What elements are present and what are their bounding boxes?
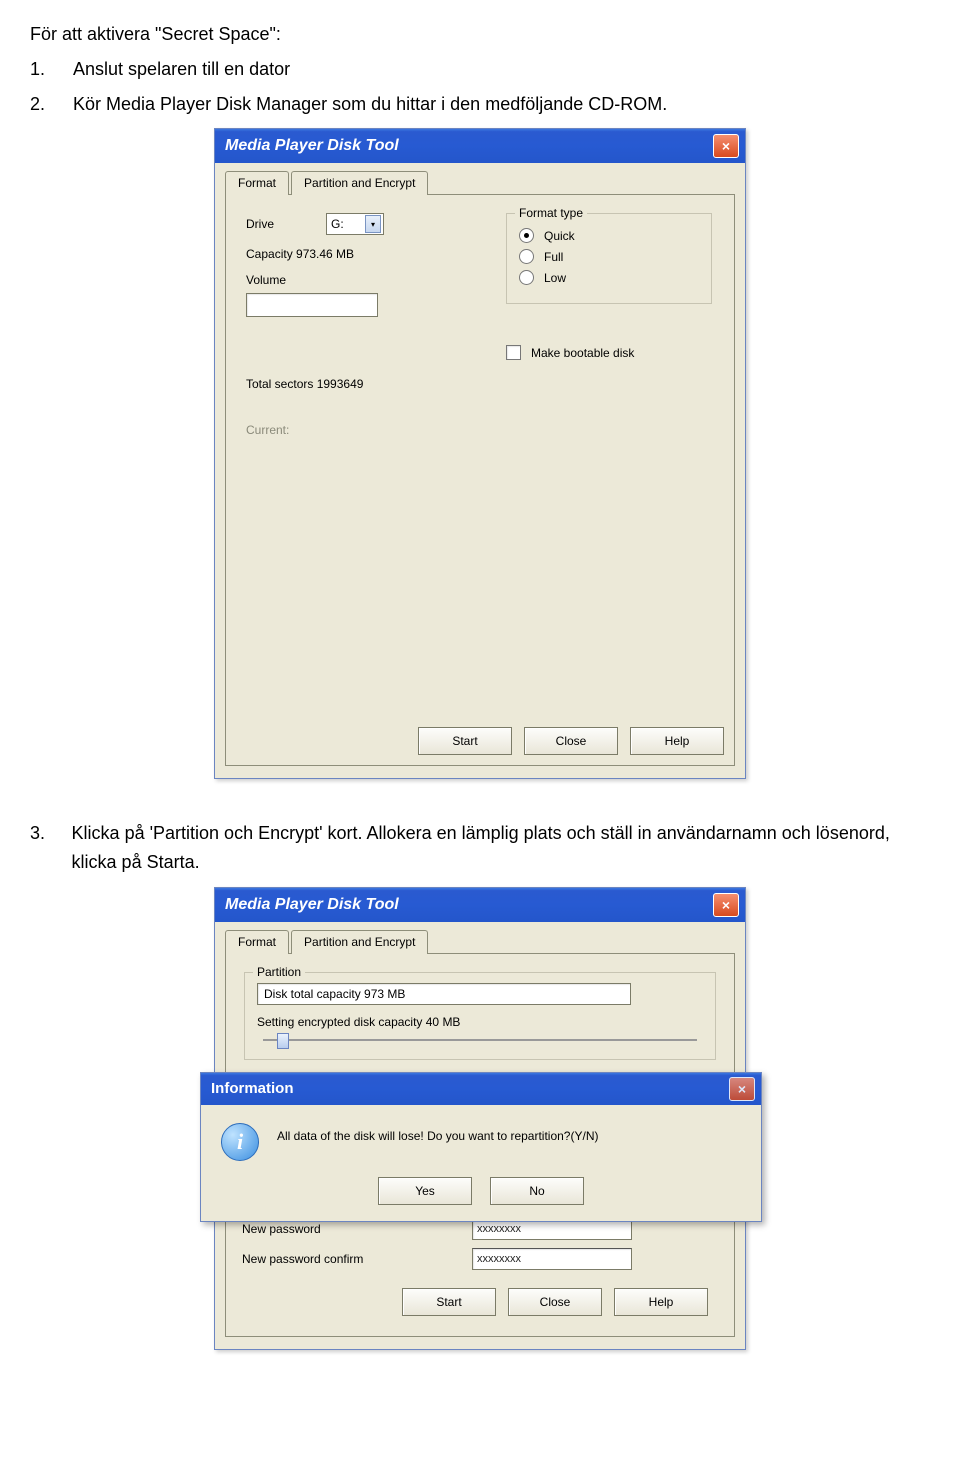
capacity-label: Capacity 973.46 MB — [246, 247, 354, 261]
partition-group: Partition Disk total capacity 973 MB Set… — [244, 972, 716, 1060]
list-num-2: 2. — [30, 90, 45, 119]
disk-tool-dialog-partition: Media Player Disk Tool × Format Partitio… — [214, 887, 746, 1350]
capacity-slider[interactable] — [263, 1039, 697, 1041]
current-label: Current: — [246, 423, 714, 437]
information-dialog: Information × i All data of the disk wil… — [200, 1072, 762, 1222]
dialog1-title: Media Player Disk Tool — [225, 137, 399, 155]
radio-full-label: Full — [544, 250, 563, 264]
bootable-label: Make bootable disk — [531, 346, 634, 360]
info-title: Information — [211, 1080, 294, 1097]
radio-low[interactable] — [519, 270, 534, 285]
help-button[interactable]: Help — [630, 727, 724, 755]
close-button[interactable]: Close — [508, 1288, 602, 1316]
close-button[interactable]: Close — [524, 727, 618, 755]
drive-select[interactable]: G: ▾ — [326, 213, 384, 235]
format-type-group: Format type Quick Full Low — [506, 213, 712, 304]
start-button[interactable]: Start — [418, 727, 512, 755]
tab-partition-encrypt[interactable]: Partition and Encrypt — [291, 930, 428, 954]
doc-heading: För att aktivera "Secret Space": — [30, 20, 930, 49]
volume-input[interactable] — [246, 293, 378, 317]
dialog2-title: Media Player Disk Tool — [225, 896, 399, 914]
tab-format[interactable]: Format — [225, 930, 289, 954]
radio-quick[interactable] — [519, 228, 534, 243]
volume-label: Volume — [246, 273, 286, 287]
radio-full[interactable] — [519, 249, 534, 264]
list-text-3: Klicka på 'Partition och Encrypt' kort. … — [72, 819, 930, 877]
dialog2-titlebar[interactable]: Media Player Disk Tool × — [215, 888, 745, 922]
close-icon[interactable]: × — [729, 1077, 755, 1101]
slider-handle[interactable] — [277, 1033, 289, 1049]
close-icon[interactable]: × — [713, 134, 739, 158]
no-button[interactable]: No — [490, 1177, 584, 1205]
list-text-2: Kör Media Player Disk Manager som du hit… — [73, 90, 667, 119]
confirm-password-input[interactable]: xxxxxxxx — [472, 1248, 632, 1270]
radio-low-label: Low — [544, 271, 566, 285]
tab-format[interactable]: Format — [225, 171, 289, 195]
list-num-1: 1. — [30, 55, 45, 84]
encrypted-capacity-label: Setting encrypted disk capacity 40 MB — [257, 1015, 703, 1029]
disk-tool-dialog-format: Media Player Disk Tool × Format Partitio… — [214, 128, 746, 779]
drive-value: G: — [331, 217, 344, 231]
bootable-checkbox[interactable] — [506, 345, 521, 360]
help-button[interactable]: Help — [614, 1288, 708, 1316]
radio-quick-label: Quick — [544, 229, 575, 243]
chevron-down-icon[interactable]: ▾ — [365, 215, 381, 233]
tab-partition-encrypt[interactable]: Partition and Encrypt — [291, 171, 428, 195]
info-icon: i — [221, 1123, 259, 1161]
total-sectors-label: Total sectors 1993649 — [246, 377, 714, 391]
dialog1-titlebar[interactable]: Media Player Disk Tool × — [215, 129, 745, 163]
format-type-legend: Format type — [515, 206, 587, 220]
new-password-label: New password — [242, 1222, 472, 1236]
confirm-password-label: New password confirm — [242, 1252, 472, 1266]
close-icon[interactable]: × — [713, 893, 739, 917]
start-button[interactable]: Start — [402, 1288, 496, 1316]
disk-total-capacity: Disk total capacity 973 MB — [257, 983, 631, 1005]
list-num-3: 3. — [30, 819, 44, 877]
yes-button[interactable]: Yes — [378, 1177, 472, 1205]
list-text-1: Anslut spelaren till en dator — [73, 55, 290, 84]
drive-label: Drive — [246, 217, 326, 231]
info-titlebar[interactable]: Information × — [201, 1073, 761, 1105]
info-message: All data of the disk will lose! Do you w… — [277, 1123, 741, 1143]
partition-legend: Partition — [253, 965, 305, 979]
